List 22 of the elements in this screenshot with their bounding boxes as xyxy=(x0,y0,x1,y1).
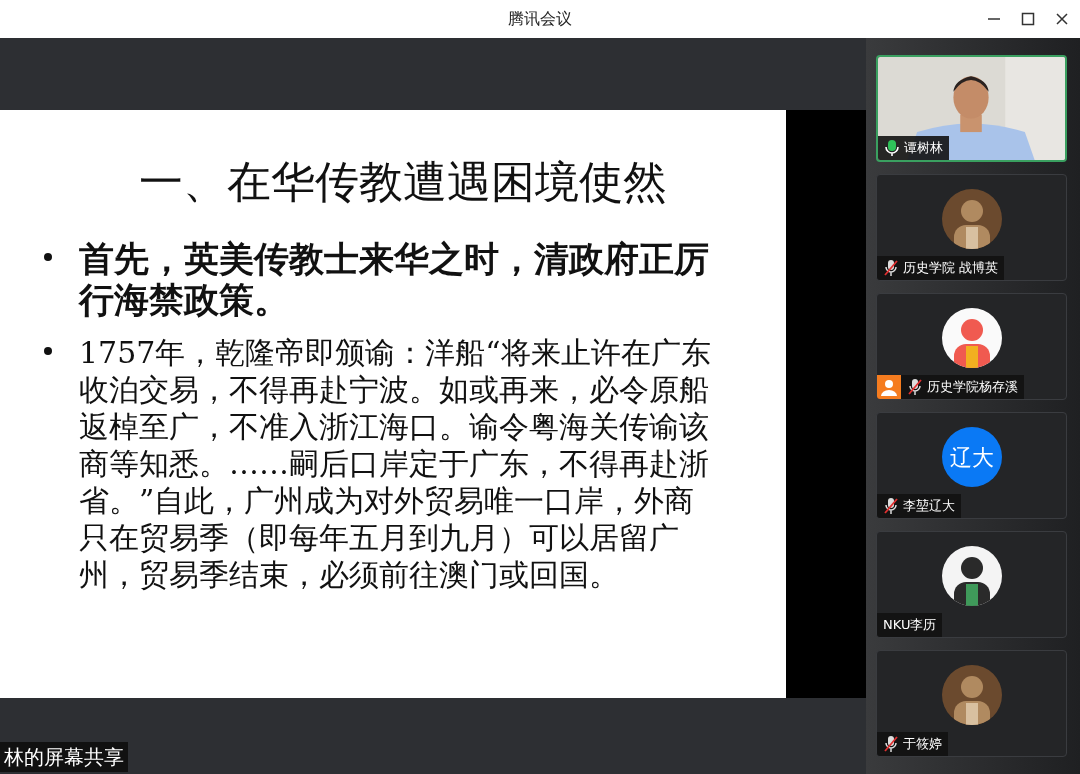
participant-tile[interactable]: 辽大 李堃辽大 xyxy=(876,412,1067,519)
participant-name: 谭树林 xyxy=(904,139,943,158)
slide-title: 一、在华传教遭遇困境使然 xyxy=(138,155,668,209)
participant-tile[interactable]: NKU李历 xyxy=(876,531,1067,638)
participant-tile[interactable]: 于筱婷 xyxy=(876,650,1067,757)
participant-name: 历史学院杨存溪 xyxy=(927,378,1018,397)
bullet-text: 1757年，乾隆帝即颁谕：洋船“将来止许在广东收泊交易，不得再赴宁波。如或再来，必令原船返棹至广，不准入浙江海口。谕令粤海关传谕该商等知悉。……嗣后口岸定于广东，不得再赴浙省。”自此，广州成为对外贸易唯一口岸，外商只在贸易季（即每年五月到九月）可以居留广州，贸易季结束，必须前往澳门或回国。 xyxy=(79,334,712,593)
bullet-icon xyxy=(44,347,52,355)
bullet-text: 首先，英美传教士来华之时，清政府正厉行海禁政策。 xyxy=(79,238,710,320)
bullet-icon xyxy=(44,253,52,261)
participant-name: 历史学院 战博英 xyxy=(903,259,999,278)
participant-name: 李堃辽大 xyxy=(903,497,955,516)
close-icon[interactable] xyxy=(1054,11,1070,27)
avatar: 辽大 xyxy=(941,427,1002,487)
participant-name: NKU李历 xyxy=(883,616,937,635)
participant-tile[interactable]: 历史学院 战博英 xyxy=(876,174,1067,281)
participant-tile[interactable]: 谭树林 xyxy=(876,55,1067,162)
maximize-icon[interactable] xyxy=(1020,11,1036,27)
window-title: 腾讯会议 xyxy=(508,8,572,30)
participant-name: 于筱婷 xyxy=(903,735,942,754)
screen-share-label: 林的屏幕共享 xyxy=(0,742,128,772)
participant-tile[interactable]: 历史学院杨存溪 xyxy=(876,293,1067,400)
